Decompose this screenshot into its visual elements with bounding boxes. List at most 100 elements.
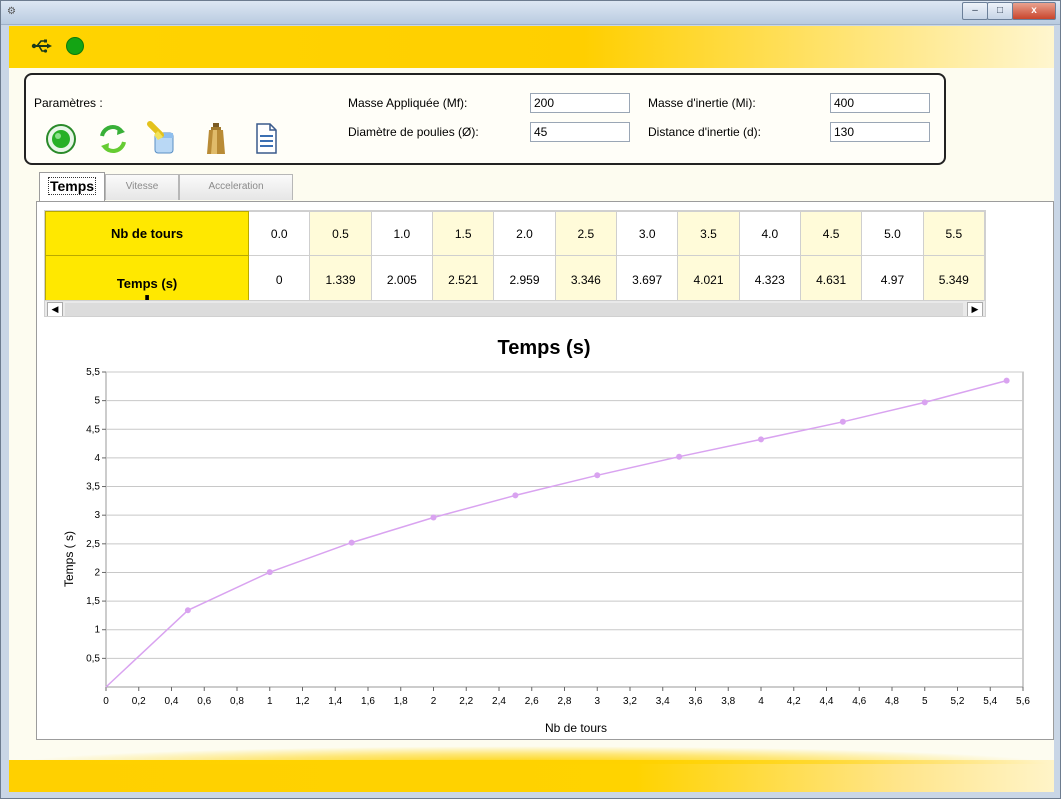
table-cell[interactable]: 2.0 <box>493 211 556 256</box>
weight-icon[interactable] <box>199 120 233 156</box>
table-cell[interactable]: 0.0 <box>248 211 311 256</box>
minimize-button[interactable]: – <box>962 2 988 20</box>
plot-area <box>105 371 1024 688</box>
table-cell[interactable]: 4.631 <box>799 255 863 305</box>
y-tick-label: 4 <box>94 453 100 464</box>
header-band <box>9 26 1054 68</box>
window-controls: – □ x <box>962 2 1056 20</box>
table-cell[interactable]: 1.0 <box>370 211 434 256</box>
y-tick-label: 5 <box>94 396 100 407</box>
tab-panel-temps: Nb de tours 0.0 0.5 1.0 1.5 2.0 2.5 3.0 … <box>36 201 1054 740</box>
tab-acceleration[interactable]: Acceleration <box>179 174 293 200</box>
scroll-thumb[interactable] <box>65 303 963 316</box>
table-cell[interactable]: 0.5 <box>309 211 372 256</box>
y-tick-label: 2 <box>94 567 100 578</box>
data-point <box>594 472 601 479</box>
data-point <box>676 453 683 460</box>
row-header-temps-label: Temps (s) <box>116 276 178 291</box>
scroll-left-arrow-icon[interactable]: ◀ <box>47 302 63 316</box>
scroll-right-arrow-icon[interactable]: ▶ <box>967 302 983 316</box>
document-icon[interactable] <box>249 120 283 156</box>
maximize-button[interactable]: □ <box>987 2 1013 20</box>
x-tick-label: 1,2 <box>296 696 310 707</box>
horizontal-scrollbar[interactable]: ◀ ▶ <box>45 300 985 316</box>
table-cell[interactable]: 1.5 <box>432 211 495 256</box>
refresh-icon[interactable] <box>96 120 130 156</box>
x-tick-label: 5,2 <box>951 696 965 707</box>
table-cell[interactable]: 4.5 <box>799 211 863 256</box>
table-cell[interactable]: 5.5 <box>922 211 985 256</box>
table-row: Nb de tours 0.0 0.5 1.0 1.5 2.0 2.5 3.0 … <box>45 211 985 256</box>
table-cell[interactable]: 5.349 <box>922 255 985 305</box>
client-area: Paramètres : Masse Appliquée (Mf): Masse… <box>9 26 1054 792</box>
table-cell[interactable]: 0 <box>248 255 311 305</box>
x-tick-label: 5,6 <box>1016 696 1030 707</box>
tab-temps[interactable]: Temps <box>39 172 105 201</box>
table-cell[interactable]: 4.97 <box>861 255 924 305</box>
pulley-diameter-input[interactable] <box>530 122 630 142</box>
y-tick-label: 3,5 <box>86 482 100 493</box>
app-window: ⚙ – □ x Paramètres : Masse Appliquée (Mf… <box>0 0 1061 799</box>
tab-vitesse[interactable]: Vitesse <box>105 174 179 200</box>
inertia-distance-input[interactable] <box>830 122 930 142</box>
x-axis-label: Nb de tours <box>545 721 607 735</box>
table-row: Temps (s) ▮ 0 1.339 2.005 2.521 2.959 3.… <box>45 255 985 305</box>
data-table: Nb de tours 0.0 0.5 1.0 1.5 2.0 2.5 3.0 … <box>45 211 985 305</box>
table-cell[interactable]: 2.959 <box>493 255 556 305</box>
table-cell[interactable]: 4.0 <box>738 211 801 256</box>
footer-band <box>9 746 1054 792</box>
title-bar[interactable]: ⚙ – □ x <box>1 1 1060 25</box>
y-tick-label: 3 <box>94 510 100 521</box>
chart-grid <box>105 371 1024 688</box>
data-point <box>184 607 191 614</box>
x-tick-label: 4,4 <box>820 696 834 707</box>
pulley-diameter-label: Diamètre de poulies (Ø): <box>348 125 479 139</box>
table-cell[interactable]: 4.021 <box>677 255 740 305</box>
x-tick-label: 0,8 <box>230 696 244 707</box>
parameters-title: Paramètres : <box>34 96 103 110</box>
y-tick-label: 1,5 <box>86 596 100 607</box>
table-cell[interactable]: 3.5 <box>677 211 740 256</box>
table-cell[interactable]: 1.339 <box>309 255 372 305</box>
x-tick-label: 2,8 <box>558 696 572 707</box>
x-tick-label: 2 <box>431 696 437 707</box>
chart-svg: Temps (s) 0,5 1 1,5 2 2,5 3 3,5 4 4,5 5 5,5 0 0,2 0,4… <box>62 337 1030 735</box>
row-header-nb-tours: Nb de tours <box>45 211 250 256</box>
mass-applied-label: Masse Appliquée (Mf): <box>348 96 468 110</box>
y-tick-label: 5,5 <box>86 367 100 378</box>
x-tick-label: 1,6 <box>361 696 375 707</box>
x-tick-label: 0 <box>103 696 109 707</box>
table-cell[interactable]: 2.5 <box>554 211 618 256</box>
start-icon[interactable] <box>44 120 78 156</box>
inertia-mass-input[interactable] <box>830 93 930 113</box>
x-tick-label: 4 <box>758 696 764 707</box>
y-tick-label: 1 <box>94 625 100 636</box>
x-tick-label: 5 <box>922 696 928 707</box>
x-tick-label: 1,4 <box>328 696 342 707</box>
x-tick-label: 4,8 <box>885 696 899 707</box>
temps-chart: Temps (s) 0,5 1 1,5 2 2,5 3 3,5 4 4,5 5 5,5 0 0,2 0,4… <box>37 322 1053 740</box>
table-cell[interactable]: 3.697 <box>615 255 679 305</box>
data-grid[interactable]: Nb de tours 0.0 0.5 1.0 1.5 2.0 2.5 3.0 … <box>44 210 986 317</box>
parameters-panel: Paramètres : Masse Appliquée (Mf): Masse… <box>24 73 946 165</box>
table-cell[interactable]: 2.005 <box>370 255 434 305</box>
tab-temps-label: Temps <box>47 177 97 195</box>
close-button[interactable]: x <box>1012 2 1056 20</box>
x-tick-label: 5,4 <box>983 696 997 707</box>
inertia-distance-label: Distance d'inertie (d): <box>648 125 762 139</box>
mass-applied-input[interactable] <box>530 93 630 113</box>
table-cell[interactable]: 2.521 <box>432 255 495 305</box>
table-cell[interactable]: 3.0 <box>615 211 679 256</box>
usb-icon <box>31 39 53 53</box>
data-point <box>348 539 355 546</box>
data-point <box>1003 377 1010 384</box>
x-tick-label: 0,2 <box>132 696 146 707</box>
data-point <box>839 418 846 425</box>
clear-icon[interactable] <box>146 120 180 156</box>
table-cell[interactable]: 5.0 <box>861 211 924 256</box>
table-cell[interactable]: 3.346 <box>554 255 618 305</box>
x-tick-label: 3,6 <box>689 696 703 707</box>
y-tick-label: 4,5 <box>86 424 100 435</box>
data-point <box>430 514 437 521</box>
table-cell[interactable]: 4.323 <box>738 255 801 305</box>
